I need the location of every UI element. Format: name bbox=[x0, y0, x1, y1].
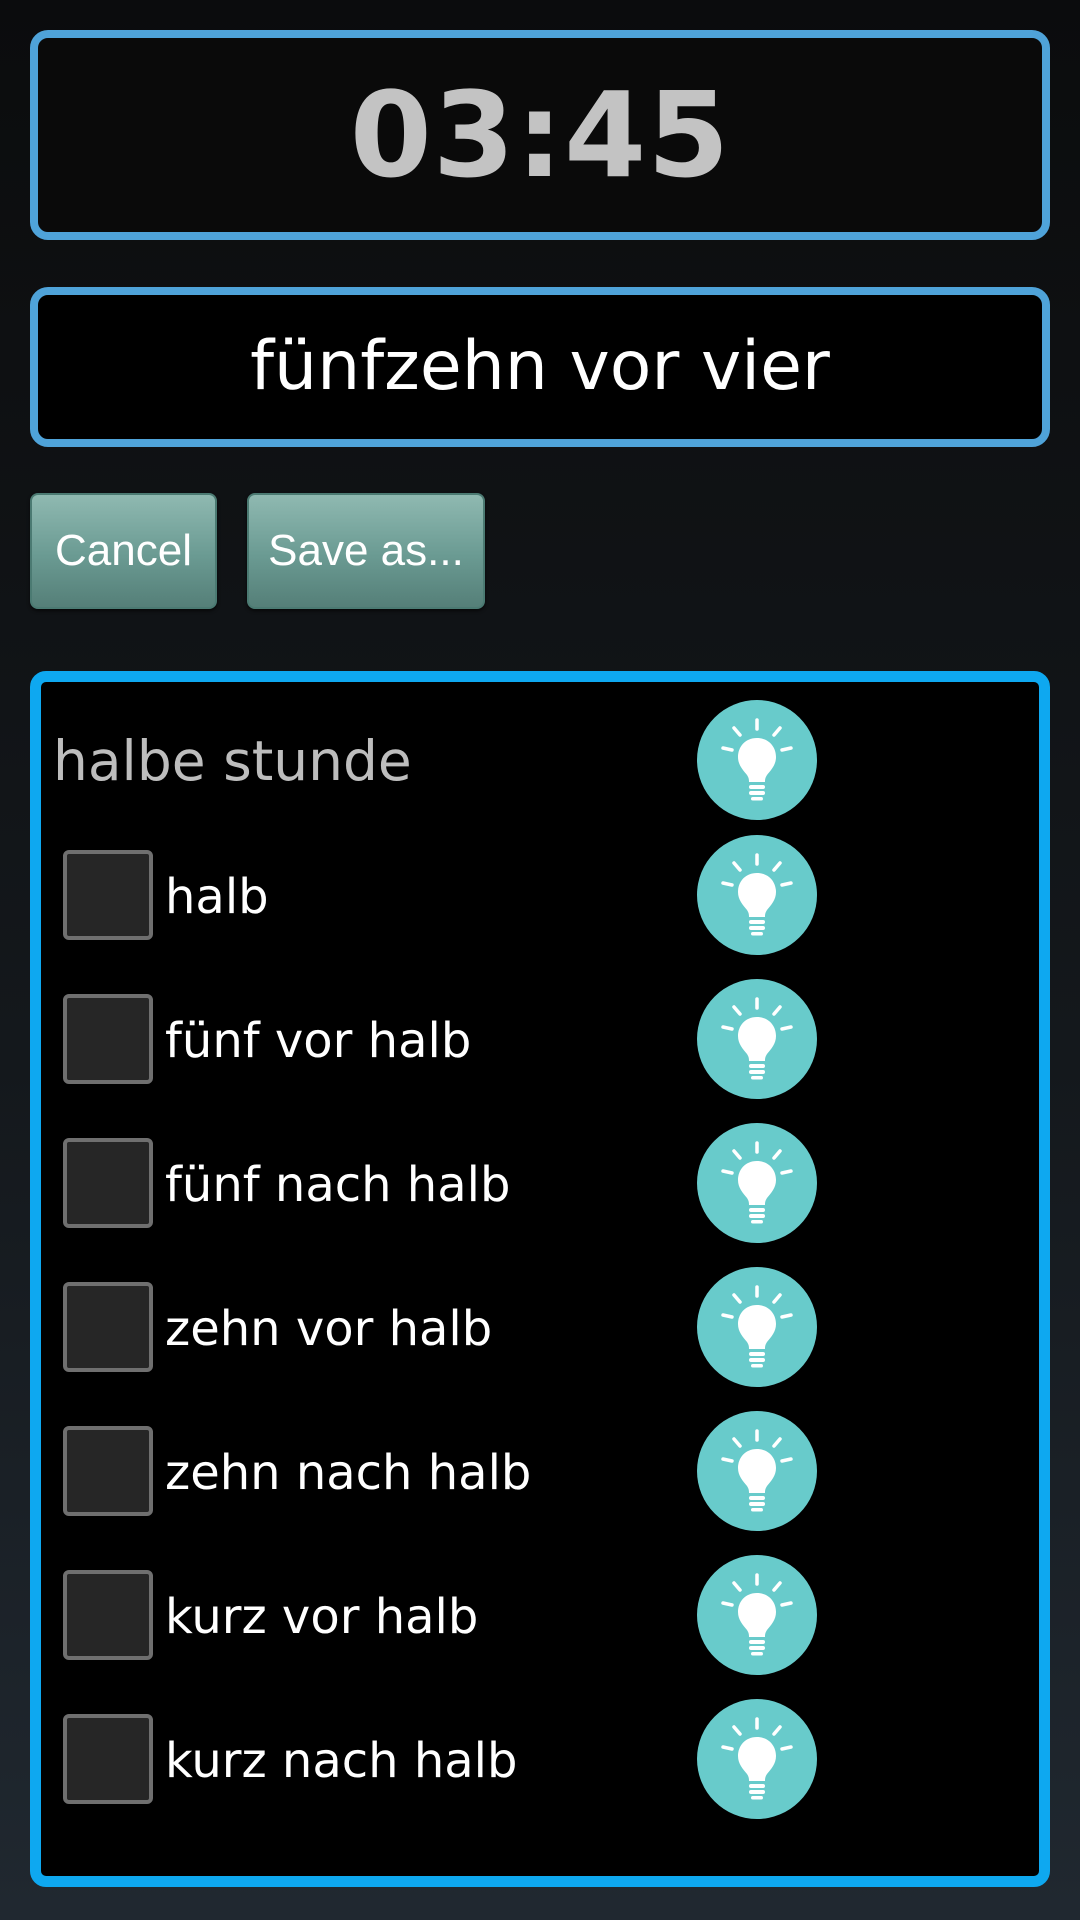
option-label: halb bbox=[165, 869, 269, 925]
list-item: zehn vor halb bbox=[41, 1267, 1039, 1387]
lightbulb-icon[interactable] bbox=[697, 835, 817, 955]
option-label: zehn vor halb bbox=[165, 1301, 493, 1357]
phrase-text: fünfzehn vor vier bbox=[250, 327, 830, 406]
list-item: fünf nach halb bbox=[41, 1123, 1039, 1243]
list-item: kurz vor halb bbox=[41, 1555, 1039, 1675]
option-label: kurz vor halb bbox=[165, 1589, 479, 1645]
cancel-button[interactable]: Cancel bbox=[30, 493, 217, 609]
list-item: fünf vor halb bbox=[41, 979, 1039, 1099]
lightbulb-icon[interactable] bbox=[697, 1123, 817, 1243]
lightbulb-icon[interactable] bbox=[697, 1555, 817, 1675]
list-item: kurz nach halb bbox=[41, 1699, 1039, 1819]
lightbulb-icon[interactable] bbox=[697, 1411, 817, 1531]
save-as-button[interactable]: Save as... bbox=[247, 493, 485, 609]
time-display: 03:45 bbox=[30, 30, 1050, 240]
group-title: halbe stunde bbox=[53, 729, 412, 793]
option-label: fünf vor halb bbox=[165, 1013, 472, 1069]
list-item: halb bbox=[41, 835, 1039, 955]
lightbulb-icon[interactable] bbox=[697, 1699, 817, 1819]
phrase-options-panel: halbe stunde halb fünf vor halb fünf nac… bbox=[30, 671, 1050, 1887]
lightbulb-icon[interactable] bbox=[697, 979, 817, 1099]
lightbulb-icon[interactable] bbox=[697, 1267, 817, 1387]
option-checkbox[interactable] bbox=[63, 850, 153, 940]
option-label: zehn nach halb bbox=[165, 1445, 532, 1501]
lightbulb-icon[interactable] bbox=[697, 700, 817, 820]
option-label: fünf nach halb bbox=[165, 1157, 511, 1213]
option-checkbox[interactable] bbox=[63, 1570, 153, 1660]
option-checkbox[interactable] bbox=[63, 1282, 153, 1372]
option-checkbox[interactable] bbox=[63, 1714, 153, 1804]
option-checkbox[interactable] bbox=[63, 994, 153, 1084]
option-label: kurz nach halb bbox=[165, 1733, 518, 1789]
list-item: zehn nach halb bbox=[41, 1411, 1039, 1531]
phrase-display: fünfzehn vor vier bbox=[30, 287, 1050, 447]
option-checkbox[interactable] bbox=[63, 1426, 153, 1516]
time-text: 03:45 bbox=[349, 66, 731, 204]
option-checkbox[interactable] bbox=[63, 1138, 153, 1228]
